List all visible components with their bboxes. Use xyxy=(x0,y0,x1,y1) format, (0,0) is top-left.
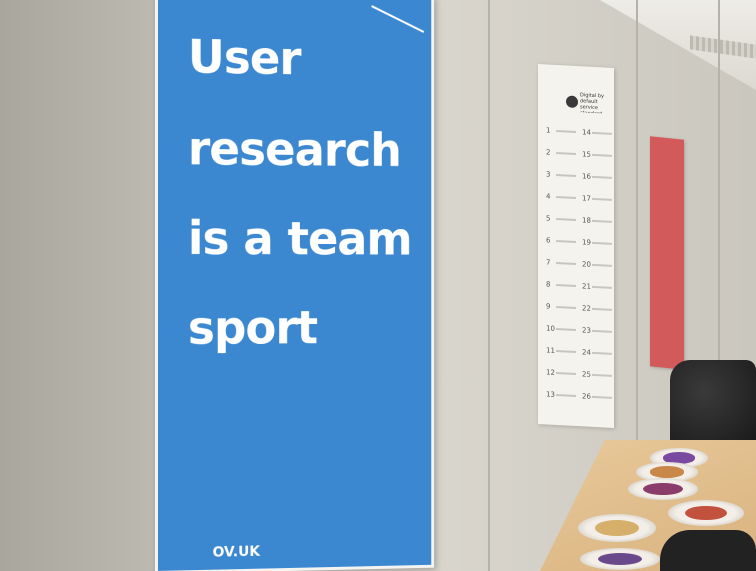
standard-item-text xyxy=(556,217,576,221)
standard-item-number: 1 xyxy=(546,126,551,135)
standard-item-number: 16 xyxy=(582,172,591,181)
standard-item-number: 4 xyxy=(546,192,551,201)
standard-item-text xyxy=(592,373,612,377)
plate-snacks xyxy=(649,466,685,478)
standard-item-number: 6 xyxy=(546,236,551,245)
plate xyxy=(578,514,656,542)
standard-item-text xyxy=(592,131,612,135)
standard-item-text xyxy=(592,197,612,201)
poster-line-3: is a team xyxy=(187,211,412,266)
standard-item-number: 13 xyxy=(546,390,555,399)
poster-line-2: research xyxy=(187,121,401,178)
standard-item-number: 24 xyxy=(582,348,591,357)
left-wall xyxy=(0,0,160,571)
dark-object xyxy=(660,530,756,571)
standard-item-text xyxy=(556,239,576,243)
standard-item-number: 15 xyxy=(582,150,591,159)
standard-item-number: 9 xyxy=(546,302,551,311)
plate xyxy=(668,500,744,526)
standard-item-text xyxy=(556,261,576,265)
standard-item-text xyxy=(556,151,576,155)
standard-item-number: 22 xyxy=(582,304,591,313)
standard-item-number: 10 xyxy=(546,324,555,333)
standard-item-number: 14 xyxy=(582,128,591,137)
standard-item-number: 2 xyxy=(546,148,551,157)
office-wall-scene: User research is a team sport OV.UK Digi… xyxy=(0,0,756,571)
standard-item-number: 17 xyxy=(582,194,591,203)
standard-item-text xyxy=(556,393,576,397)
poster-red-text xyxy=(654,177,680,180)
poster-line-1: User xyxy=(187,29,301,86)
plate xyxy=(628,478,698,500)
standard-item-text xyxy=(592,329,612,333)
standard-item-number: 8 xyxy=(546,280,551,289)
standard-item-number: 5 xyxy=(546,214,551,223)
logo-icon xyxy=(566,95,578,109)
plate-snacks xyxy=(595,520,639,536)
standard-item-number: 25 xyxy=(582,370,591,379)
standard-item-number: 18 xyxy=(582,216,591,225)
standard-item-text xyxy=(592,175,612,179)
standard-item-text xyxy=(556,283,576,287)
standard-item-text xyxy=(592,263,612,267)
standard-item-number: 21 xyxy=(582,282,591,291)
poster-red xyxy=(650,136,684,370)
standard-item-text xyxy=(556,349,576,353)
standard-item-text xyxy=(556,305,576,309)
poster-line-4: sport xyxy=(187,300,318,355)
standard-item-number: 23 xyxy=(582,326,591,335)
wall-seam xyxy=(488,0,490,571)
standard-item-text xyxy=(592,219,612,223)
standard-item-text xyxy=(592,307,612,311)
poster-service-standard: Digital by default service standard 1234… xyxy=(538,64,614,428)
standard-item-number: 20 xyxy=(582,260,591,269)
poster-footer: OV.UK xyxy=(212,543,260,561)
standard-item-text xyxy=(556,173,576,177)
plate-snacks xyxy=(684,505,728,521)
standard-item-text xyxy=(556,129,576,133)
standard-item-text xyxy=(592,285,612,289)
standard-item-number: 11 xyxy=(546,346,555,355)
standard-item-number: 19 xyxy=(582,238,591,247)
standard-item-text xyxy=(556,371,576,375)
poster-user-research: User research is a team sport OV.UK xyxy=(155,0,435,571)
standard-item-text xyxy=(592,395,612,399)
plate-snacks xyxy=(643,482,683,496)
poster-rule xyxy=(371,5,425,33)
standard-item-text xyxy=(556,327,576,331)
standard-item-text xyxy=(592,351,612,355)
poster-header-text: Digital by default service standard xyxy=(580,92,604,114)
plate-snacks xyxy=(597,552,643,566)
plate xyxy=(580,548,660,570)
standard-item-text xyxy=(592,241,612,245)
standard-item-number: 26 xyxy=(582,392,591,401)
standard-item-number: 7 xyxy=(546,258,551,267)
dark-jacket xyxy=(670,360,756,440)
standard-item-number: 12 xyxy=(546,368,555,377)
standard-item-number: 3 xyxy=(546,170,551,179)
standard-item-text xyxy=(556,195,576,199)
standard-item-text xyxy=(592,153,612,157)
